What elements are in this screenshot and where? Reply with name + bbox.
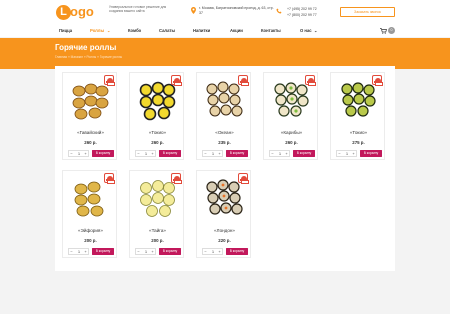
product-card[interactable]: «Тайга» 200 р. − 1 + В корзину [129,170,184,258]
breadcrumb[interactable]: Главная » Магазин » Роллы » Горячие ролл… [55,55,122,60]
qty-plus-button[interactable]: + [217,249,222,255]
nav-item-rolls[interactable]: Роллы [90,28,104,34]
hot-badge-icon [305,75,316,86]
add-to-cart-button[interactable]: В корзину [226,150,248,157]
quantity-stepper: − 1 + [68,150,89,157]
nav-item-combo[interactable]: Комбо [128,28,141,34]
qty-plus-button[interactable]: + [150,151,155,157]
product-price: 260 р. [285,140,298,145]
hot-badge-icon [171,75,182,86]
product-card[interactable]: «Токио» 260 р. − 1 + В корзину [129,72,184,160]
product-name[interactable]: «Тайга» [130,228,185,233]
nav-item-contacts[interactable]: Контакты [261,28,281,34]
product-image[interactable] [69,79,112,122]
location-pin-icon [191,7,196,14]
phone-list: +7 (495) 202 99 72 +7 (800) 202 99 77 [287,6,317,18]
logo-text[interactable]: ogo [70,4,94,20]
site-tagline: Универсальное готовое решение для создан… [109,5,167,14]
nav-item-salads[interactable]: Салаты [159,28,175,34]
qty-plus-button[interactable]: + [150,249,155,255]
hot-badge-icon [238,173,249,184]
product-price: 275 р. [352,140,365,145]
product-price: 200 р. [151,238,164,243]
product-name[interactable]: «Токио» [331,130,386,135]
product-card[interactable]: «Токио» 275 р. − 1 + В корзину [330,72,385,160]
product-image[interactable] [203,177,246,220]
product-price: 260 р. [84,140,97,145]
add-to-cart-button[interactable]: В корзину [159,150,181,157]
quantity-stepper: − 1 + [269,150,290,157]
store-address: г. Москва, Багратионовский проезд, д. 63… [199,6,274,15]
product-name[interactable]: «Океан» [197,130,252,135]
page-title: Горячие роллы [55,43,117,52]
product-price: 235 р. [218,140,231,145]
quantity-stepper: − 1 + [202,150,223,157]
product-card[interactable]: «Карибы» 260 р. − 1 + В корзину [263,72,318,160]
chevron-down-icon[interactable]: ⌄ [314,28,318,34]
product-image[interactable] [337,79,380,122]
product-image[interactable] [203,79,246,122]
hot-badge-icon [372,75,383,86]
quantity-stepper: − 1 + [336,150,357,157]
quantity-stepper: − 1 + [135,150,156,157]
hot-badge-icon [171,173,182,184]
logo-mark[interactable]: L [56,5,71,20]
add-to-cart-button[interactable]: В корзину [293,150,315,157]
main-nav: Пицца Роллы ⌄ Комбо Салаты Напитки Акции… [0,27,450,37]
cart-count-badge[interactable]: 0 [388,27,395,34]
add-to-cart-button[interactable]: В корзину [159,248,181,255]
nav-item-pizza[interactable]: Пицца [59,28,72,34]
quantity-stepper: − 1 + [135,248,156,255]
hot-badge-icon [104,173,115,184]
chevron-down-icon[interactable]: ⌄ [107,28,111,34]
phone-icon [276,8,282,14]
nav-item-promos[interactable]: Акции [230,28,243,34]
add-to-cart-button[interactable]: В корзину [226,248,248,255]
product-price: 200 р. [84,238,97,243]
callback-button[interactable]: Заказать звонок [340,7,395,17]
product-card[interactable]: «Лондон» 220 р. − 1 + В корзину [196,170,251,258]
qty-plus-button[interactable]: + [83,249,88,255]
quantity-stepper: − 1 + [202,248,223,255]
product-grid: «Гавайский» 260 р. − 1 + В корзину «Токи… [55,66,395,271]
product-name[interactable]: «Токио» [130,130,185,135]
qty-plus-button[interactable]: + [351,151,356,157]
product-name[interactable]: «Карибы» [264,130,319,135]
qty-plus-button[interactable]: + [217,151,222,157]
nav-item-drinks[interactable]: Напитки [193,28,210,34]
product-image[interactable] [69,177,112,220]
hot-badge-icon [238,75,249,86]
product-image[interactable] [136,177,179,220]
phone-number-2[interactable]: +7 (800) 202 99 77 [287,12,317,18]
product-image[interactable] [136,79,179,122]
quantity-stepper: − 1 + [68,248,89,255]
nav-item-about[interactable]: О нас [300,28,312,34]
site-header: L ogo Универсальное готовое решение для … [0,0,450,27]
qty-plus-button[interactable]: + [284,151,289,157]
product-card[interactable]: «Эйфория» 200 р. − 1 + В корзину [62,170,117,258]
add-to-cart-button[interactable]: В корзину [92,150,114,157]
product-name[interactable]: «Гавайский» [63,130,118,135]
product-card[interactable]: «Океан» 235 р. − 1 + В корзину [196,72,251,160]
product-price: 260 р. [151,140,164,145]
hot-badge-icon [104,75,115,86]
product-price: 220 р. [218,238,231,243]
qty-plus-button[interactable]: + [83,151,88,157]
product-name[interactable]: «Лондон» [197,228,252,233]
cart-icon[interactable] [380,28,387,34]
product-name[interactable]: «Эйфория» [63,228,118,233]
add-to-cart-button[interactable]: В корзину [92,248,114,255]
product-card[interactable]: «Гавайский» 260 р. − 1 + В корзину [62,72,117,160]
product-image[interactable] [270,79,313,122]
add-to-cart-button[interactable]: В корзину [360,150,382,157]
